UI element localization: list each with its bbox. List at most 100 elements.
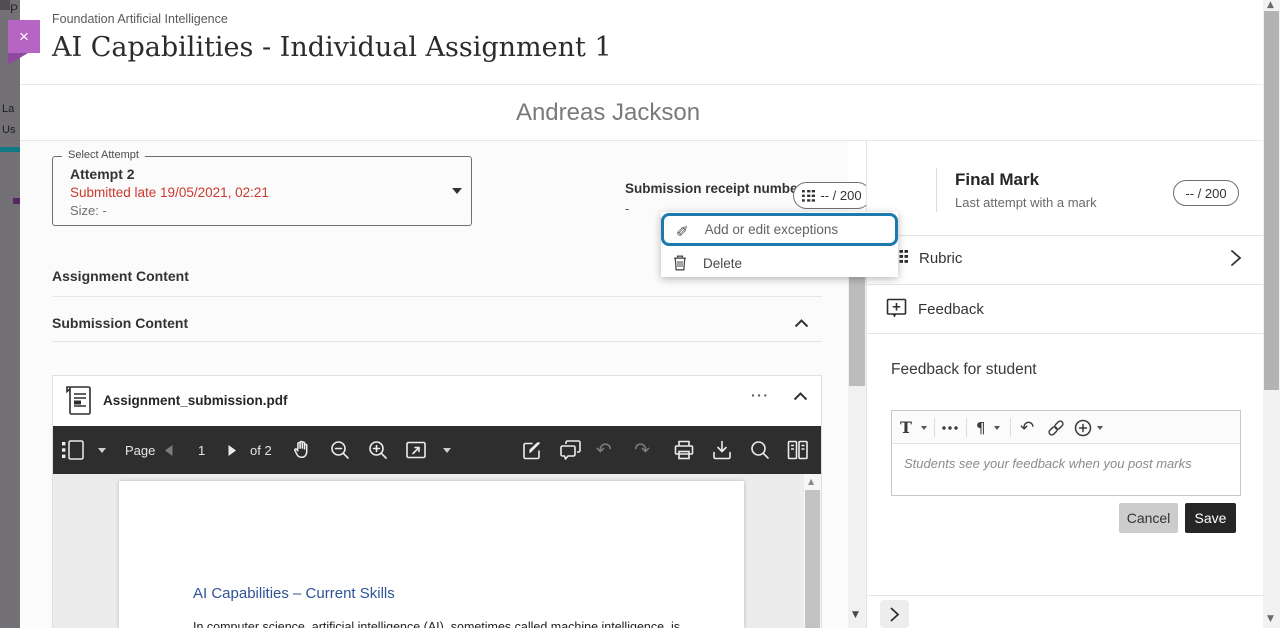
comments-icon[interactable] [559, 426, 582, 474]
doc-heading: AI Capabilities – Current Skills [193, 585, 395, 602]
save-button[interactable]: Save [1185, 503, 1236, 533]
grade-pill-value: -- / 200 [820, 188, 861, 203]
insert-caret-icon[interactable] [1097, 411, 1103, 444]
header-divider [20, 84, 1263, 85]
feedback-for-student-label: Feedback for student [891, 361, 1037, 379]
thumbnail-panel-icon[interactable] [61, 426, 85, 474]
center-scroll-thumb[interactable] [849, 269, 865, 386]
submission-content-chevron-icon[interactable] [794, 318, 809, 328]
annotate-icon[interactable] [521, 426, 543, 474]
strip-corner [0, 0, 10, 10]
paragraph-caret-icon[interactable] [994, 411, 1000, 444]
pdf-scroll-up-icon[interactable]: ▲ [808, 477, 814, 486]
trash-icon [673, 255, 687, 271]
feedback-editor: T ¶ ↶ Students see your feed [891, 410, 1241, 496]
zoom-in-icon[interactable] [367, 426, 389, 474]
strip-fragment-1: La [2, 103, 14, 115]
strip-fragment-top: P [10, 2, 18, 16]
pencil-icon: ✎ [676, 221, 689, 239]
pdf-scroll-thumb[interactable] [805, 490, 820, 628]
page-label: Page [125, 426, 155, 474]
page-views-icon[interactable] [786, 426, 809, 474]
file-name[interactable]: Assignment_submission.pdf [103, 393, 288, 408]
strip-fragment-2: Us [2, 124, 15, 136]
finalmark-vdivider [936, 168, 937, 212]
attempt-size: Size: - [70, 203, 107, 218]
file-collapse-chevron-icon[interactable] [793, 391, 808, 401]
attempt-select-legend: Select Attempt [62, 149, 145, 161]
assignment-divider [52, 296, 822, 297]
submission-divider [52, 341, 822, 342]
fit-caret-icon[interactable] [443, 426, 451, 474]
strip-purple-dash [13, 198, 20, 204]
more-tools-button[interactable] [942, 411, 958, 444]
strip-teal-line [0, 147, 20, 152]
panel-divider [867, 333, 1264, 334]
thumbnail-caret-icon[interactable] [98, 426, 106, 474]
dimmed-page-strip: P La Us [0, 0, 20, 628]
grade-pill[interactable]: -- / 200 [793, 182, 871, 209]
pdf-toolbar: Page 1 of 2 [53, 426, 821, 474]
doc-body-text: In computer science, artificial intellig… [193, 620, 680, 628]
page-number-input[interactable]: 1 [198, 426, 205, 474]
right-panel: Final Mark Last attempt with a mark -- /… [866, 141, 1263, 628]
toolbar-separator [966, 418, 967, 437]
center-scroll-down-icon[interactable]: ▼ [852, 610, 859, 620]
window-scroll-down-icon[interactable]: ▼ [1267, 614, 1274, 624]
final-mark-sub: Last attempt with a mark [955, 195, 1097, 210]
final-mark-pill[interactable]: -- / 200 [1173, 180, 1239, 206]
window-scroll-up-icon[interactable]: ▲ [1267, 0, 1274, 10]
course-name: Foundation Artificial Intelligence [52, 12, 228, 26]
feedback-icon [886, 298, 907, 319]
close-button[interactable]: × [8, 20, 40, 53]
file-overflow-button[interactable]: ··· [751, 387, 770, 403]
redo-icon[interactable]: ↷ [634, 426, 650, 474]
undo-icon[interactable]: ↶ [596, 426, 612, 474]
rubric-chevron-icon[interactable] [1230, 249, 1242, 267]
rubric-label: Rubric [919, 250, 962, 267]
search-icon[interactable] [749, 426, 771, 474]
paragraph-button[interactable]: ¶ [976, 411, 986, 444]
final-mark-title: Final Mark [955, 170, 1039, 190]
menu-item-delete-label: Delete [703, 256, 742, 271]
panel-bottom-divider [867, 595, 1264, 596]
attempt-status: Submitted late 19/05/2021, 02:21 [70, 185, 269, 200]
fit-page-icon[interactable] [405, 426, 427, 474]
student-name: Andreas Jackson [20, 99, 1196, 127]
insert-plus-icon[interactable] [1074, 411, 1092, 444]
close-icon: × [19, 27, 29, 47]
next-page-icon[interactable] [228, 426, 236, 474]
attempt-name: Attempt 2 [70, 166, 135, 182]
text-style-button[interactable]: T [900, 411, 912, 444]
panel-divider [867, 284, 1264, 285]
assignment-content-label: Assignment Content [52, 268, 189, 284]
pdf-doc-area: AI Capabilities – Current Skills In comp… [53, 474, 821, 628]
print-icon[interactable] [673, 426, 695, 474]
window-scrollbar[interactable]: ▲ ▼ [1263, 0, 1280, 628]
toolbar-separator [934, 418, 935, 437]
editor-undo-icon[interactable]: ↶ [1020, 411, 1034, 444]
menu-item-exceptions[interactable]: ✎ Add or edit exceptions [661, 213, 898, 246]
pdf-card: Assignment_submission.pdf ··· Page 1 of … [52, 375, 822, 628]
receipt-label: Submission receipt number: [625, 181, 807, 196]
text-style-caret-icon[interactable] [921, 411, 927, 444]
panel-collapse-button[interactable] [880, 600, 909, 628]
download-icon[interactable] [711, 426, 733, 474]
pdf-scrollbar[interactable]: ▲ [804, 474, 821, 628]
rubric-grid-small-icon [802, 190, 815, 202]
toolbar-separator [1010, 418, 1011, 437]
submission-content-label: Submission Content [52, 315, 188, 331]
ellipsis-icon: ··· [751, 387, 770, 403]
zoom-out-icon[interactable] [329, 426, 351, 474]
prev-page-icon[interactable] [165, 426, 173, 474]
file-doc-icon [65, 385, 92, 416]
pan-hand-icon[interactable] [291, 426, 314, 474]
menu-item-delete[interactable]: Delete [661, 249, 898, 277]
link-icon[interactable] [1046, 411, 1066, 444]
menu-item-exceptions-label: Add or edit exceptions [705, 222, 839, 237]
cancel-button[interactable]: Cancel [1119, 503, 1178, 533]
editor-placeholder[interactable]: Students see your feedback when you post… [904, 456, 1192, 471]
page-total-label: of 2 [250, 426, 272, 474]
window-scroll-thumb[interactable] [1264, 11, 1279, 390]
context-menu: ✎ Add or edit exceptions Delete [661, 212, 898, 277]
